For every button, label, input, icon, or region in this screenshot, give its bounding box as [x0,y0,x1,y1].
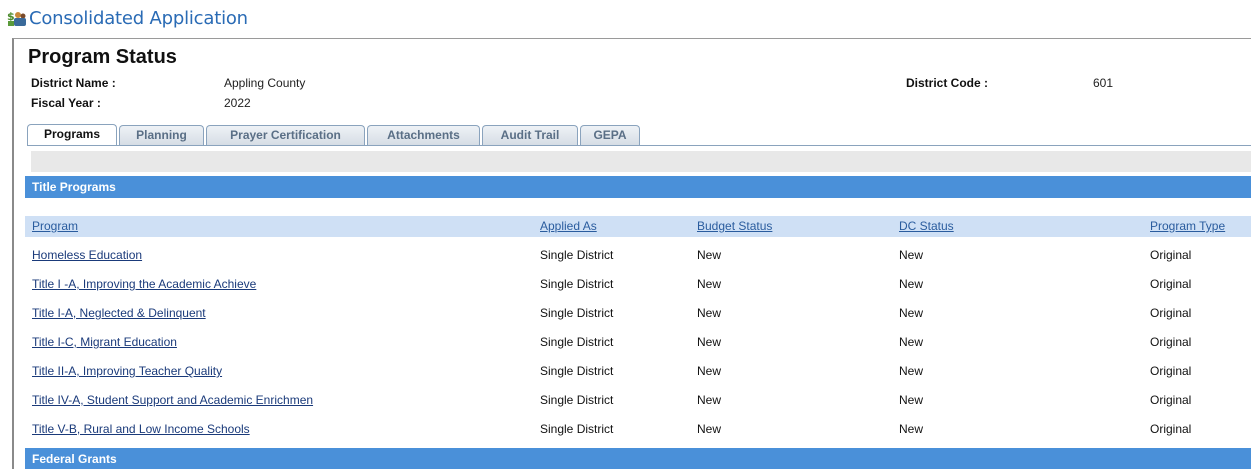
dc-status-cell: New [899,393,924,407]
program-type-cell: Original [1150,422,1192,436]
program-link[interactable]: Title I -A, Improving the Academic Achie… [32,277,256,291]
budget-status-cell: New [697,393,722,407]
tab-prayer-certification[interactable]: Prayer Certification [206,125,365,145]
tab-programs[interactable]: Programs [27,124,117,146]
dc-status-cell: New [899,306,924,320]
program-type-cell: Original [1150,393,1192,407]
program-link[interactable]: Homeless Education [32,248,142,262]
budget-status-cell: New [697,277,722,291]
dc-status-cell: New [899,422,924,436]
tab-attachments[interactable]: Attachments [367,125,480,145]
table-row: Title IV-A, Student Support and Academic… [25,386,1251,415]
fiscal-year-label: Fiscal Year : [31,96,101,110]
money-people-icon: $ [7,9,27,27]
applied-as-cell: Single District [540,364,614,378]
program-link[interactable]: Title IV-A, Student Support and Academic… [32,393,313,407]
section-title-programs: Title Programs [25,176,1251,198]
applied-as-cell: Single District [540,277,614,291]
district-code-label: District Code : [906,76,989,90]
applied-as-cell: Single District [540,248,614,262]
table-header: Program Applied As Budget Status DC Stat… [25,216,1251,237]
tab-planning[interactable]: Planning [119,125,204,145]
district-name-value: Appling County [224,76,306,90]
page-title: Program Status [28,46,177,68]
tab-audit-trail[interactable]: Audit Trail [482,125,578,145]
dc-status-cell: New [899,248,924,262]
applied-as-cell: Single District [540,422,614,436]
budget-status-cell: New [697,364,722,378]
fiscal-year-value: 2022 [224,96,251,110]
program-link[interactable]: Title V-B, Rural and Low Income Schools [32,422,250,436]
program-type-cell: Original [1150,277,1192,291]
program-link[interactable]: Title I-A, Neglected & Delinquent [32,306,206,320]
table-row: Title I-A, Neglected & Delinquent Single… [25,299,1251,328]
program-link[interactable]: Title I-C, Migrant Education [32,335,177,349]
section-federal-grants: Federal Grants [25,448,1251,469]
program-type-cell: Original [1150,248,1192,262]
table-row: Title I-C, Migrant Education Single Dist… [25,328,1251,357]
applied-as-cell: Single District [540,335,614,349]
tab-divider [27,145,1251,146]
column-program-type[interactable]: Program Type [1150,219,1225,233]
tab-gepa[interactable]: GEPA [580,125,640,145]
column-budget-status[interactable]: Budget Status [697,219,772,233]
column-dc-status[interactable]: DC Status [899,219,954,233]
table-row: Homeless Education Single District New N… [25,241,1251,270]
applied-as-cell: Single District [540,393,614,407]
district-code-value: 601 [1093,76,1114,90]
toolbar-strip [31,151,1251,172]
budget-status-cell: New [697,306,722,320]
column-program[interactable]: Program [32,219,78,233]
table-row: Title II-A, Improving Teacher Quality Si… [25,357,1251,386]
table-row: Title V-B, Rural and Low Income Schools … [25,415,1251,444]
program-type-cell: Original [1150,364,1192,378]
program-type-cell: Original [1150,306,1192,320]
budget-status-cell: New [697,422,722,436]
district-name-label: District Name : [31,76,116,90]
dc-status-cell: New [899,364,924,378]
column-applied-as[interactable]: Applied As [540,219,597,233]
budget-status-cell: New [697,248,722,262]
program-link[interactable]: Title II-A, Improving Teacher Quality [32,364,222,378]
budget-status-cell: New [697,335,722,349]
dc-status-cell: New [899,277,924,291]
applied-as-cell: Single District [540,306,614,320]
dc-status-cell: New [899,335,924,349]
app-header: $ Consolidated Application [0,0,1251,36]
table-row: Title I -A, Improving the Academic Achie… [25,270,1251,299]
program-type-cell: Original [1150,335,1192,349]
app-title: Consolidated Application [29,8,248,29]
